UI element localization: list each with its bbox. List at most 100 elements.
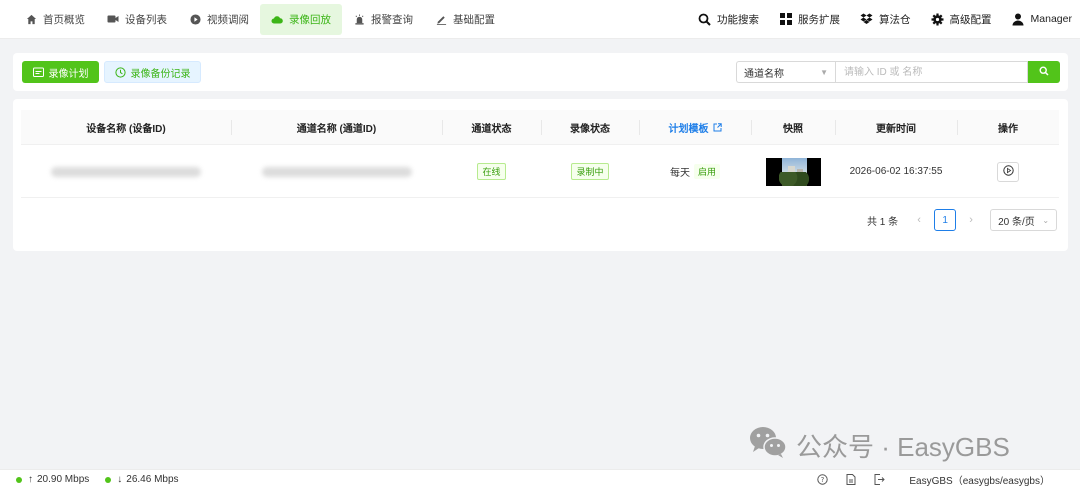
- arrow-down-icon: ↓: [117, 474, 123, 485]
- table-header: 设备名称 (设备ID) 通道名称 (通道ID) 通道状态 录像状态 计划模板 快…: [21, 110, 1059, 145]
- search-icon: [1039, 65, 1049, 79]
- nav-item-label: 基础配置: [453, 13, 495, 26]
- nav-menu: 首页概览 设备列表 视频调阅 录像回放 报警查询 基础配置: [0, 0, 506, 38]
- account-info: EasyGBS（easygbs/easygbs）: [909, 476, 1050, 487]
- column-update-time: 更新时间: [835, 110, 957, 144]
- nav-tools: 功能搜索 服务扩展 算法仓 高级配置 Manager: [678, 0, 1080, 38]
- plan-template-label: 计划模板: [668, 123, 709, 135]
- grid-icon: [779, 13, 792, 26]
- snapshot-thumbnail[interactable]: [765, 157, 821, 186]
- nav-item-overview[interactable]: 首页概览: [14, 4, 96, 35]
- tool-label: Manager: [1030, 13, 1072, 25]
- play-circle-icon: [189, 13, 201, 25]
- upload-speed-value: 20.90 Mbps: [37, 474, 90, 485]
- column-plan-template[interactable]: 计划模板: [639, 110, 751, 144]
- column-snapshot: 快照: [751, 110, 835, 144]
- download-speed: ↓ 26.46 Mbps: [105, 474, 179, 485]
- play-circle-icon: [1002, 164, 1014, 179]
- column-actions: 操作: [957, 110, 1059, 144]
- nav-item-playback[interactable]: 录像回放: [260, 3, 342, 35]
- status-dot: [105, 476, 112, 483]
- select-value: 通道名称: [744, 68, 784, 80]
- pagination: 共 1 条 ‹ 1 › 20 条/页 ⌄: [867, 209, 1058, 231]
- column-channel-status: 通道状态: [442, 110, 541, 144]
- upload-speed: ↑ 20.90 Mbps: [16, 474, 89, 485]
- tool-label: 功能搜索: [717, 13, 760, 26]
- arrow-up-icon: ↑: [28, 474, 33, 485]
- actions-cell: [957, 146, 1059, 197]
- status-badge: 在线: [477, 163, 506, 180]
- plan-enabled-badge: 启用: [693, 164, 720, 179]
- update-time-cell: 2026-06-02 16:37:55: [849, 166, 943, 177]
- device-name-cell: [21, 146, 231, 197]
- table-row: 在线 录制中 每天 启用 2026-06-02 16:37:55: [21, 146, 1059, 198]
- tool-label: 算法仓: [879, 13, 911, 26]
- channel-name-cell: [231, 146, 442, 197]
- page-number-current[interactable]: 1: [934, 209, 957, 231]
- nav-item-config[interactable]: 基础配置: [424, 4, 506, 35]
- chevron-down-icon: ▼: [820, 67, 828, 77]
- document-icon[interactable]: [846, 474, 856, 485]
- search-group: 通道名称 ▼: [736, 61, 1060, 83]
- wechat-watermark: 公众号 · EasyGBS: [748, 425, 1010, 465]
- edit-icon: [435, 13, 447, 25]
- alarm-icon: [353, 13, 365, 25]
- cloud-icon: [271, 13, 283, 25]
- plan-value: 每天: [669, 168, 690, 179]
- dropbox-icon: [860, 13, 873, 26]
- nav-item-video[interactable]: 视频调阅: [178, 4, 260, 35]
- status-right: ? EasyGBS（easygbs/easygbs）: [799, 472, 1080, 487]
- backup-record-button[interactable]: 录像备份记录: [104, 61, 201, 83]
- status-dot: [16, 476, 22, 483]
- prev-page-button[interactable]: ‹: [908, 209, 930, 231]
- blurred-device-name: [51, 166, 201, 177]
- download-speed-value: 26.46 Mbps: [126, 474, 179, 485]
- algorithm-store-button[interactable]: 算法仓: [860, 12, 911, 27]
- blurred-channel-name: [261, 166, 412, 177]
- gear-icon: [931, 13, 944, 26]
- column-device: 设备名称 (设备ID): [86, 123, 166, 135]
- nav-item-label: 设备列表: [125, 13, 167, 26]
- wechat-icon: [748, 425, 788, 466]
- service-extension-button[interactable]: 服务扩展: [779, 12, 840, 27]
- nav-item-label: 视频调阅: [207, 13, 249, 26]
- record-plan-label: 录像计划: [48, 68, 89, 80]
- tool-label: 服务扩展: [798, 13, 841, 26]
- top-nav: 首页概览 设备列表 视频调阅 录像回放 报警查询 基础配置 功能搜索 服务扩展 …: [0, 0, 1080, 39]
- pagination-total: 共 1 条: [867, 216, 899, 228]
- clock-icon: [114, 66, 126, 78]
- page-size-value: 20 条/页: [998, 216, 1035, 228]
- search-button[interactable]: [1028, 61, 1060, 83]
- record-plan-button[interactable]: 录像计划: [22, 61, 99, 83]
- search-icon: [698, 13, 711, 26]
- record-status-badge: 录制中: [571, 163, 609, 180]
- snapshot-cell: [751, 146, 835, 197]
- tool-label: 高级配置: [949, 13, 992, 26]
- play-button[interactable]: [997, 161, 1019, 182]
- user-menu[interactable]: Manager: [1012, 13, 1072, 26]
- next-page-button[interactable]: ›: [960, 209, 982, 231]
- advanced-config-button[interactable]: 高级配置: [931, 12, 992, 27]
- nav-item-label: 首页概览: [43, 13, 85, 26]
- svg-text:?: ?: [821, 476, 825, 484]
- home-icon: [25, 13, 37, 25]
- channel-status-cell: 在线: [442, 146, 541, 197]
- backup-record-label: 录像备份记录: [130, 68, 191, 80]
- logout-icon[interactable]: [874, 474, 886, 485]
- page-size-select[interactable]: 20 条/页 ⌄: [990, 209, 1058, 231]
- plan-cell: 每天 启用: [639, 146, 751, 197]
- nav-item-label: 报警查询: [371, 13, 413, 26]
- status-bar: ↑ 20.90 Mbps ↓ 26.46 Mbps ? EasyGBS（easy…: [0, 469, 1080, 489]
- help-icon[interactable]: ?: [817, 474, 829, 485]
- search-field-select[interactable]: 通道名称 ▼: [736, 61, 835, 83]
- record-table-card: 设备名称 (设备ID) 通道名称 (通道ID) 通道状态 录像状态 计划模板 快…: [13, 99, 1068, 251]
- user-icon: [1012, 13, 1025, 26]
- record-status-cell: 录制中: [541, 146, 639, 197]
- external-link-icon: [713, 122, 722, 132]
- feature-search-button[interactable]: 功能搜索: [698, 12, 759, 27]
- column-channel: 通道名称 (通道ID): [231, 110, 442, 144]
- search-input[interactable]: [835, 61, 1028, 83]
- nav-item-devices[interactable]: 设备列表: [96, 4, 178, 35]
- nav-item-alarm[interactable]: 报警查询: [342, 4, 424, 35]
- chevron-down-icon: ⌄: [1042, 215, 1050, 225]
